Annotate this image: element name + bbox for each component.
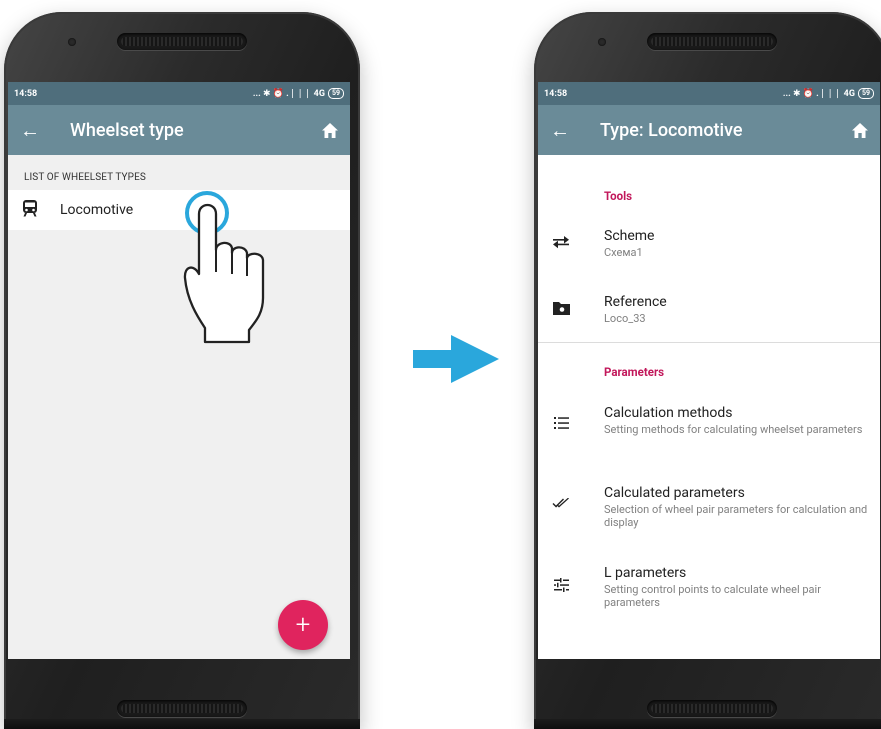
swap-icon [550, 235, 572, 249]
arrow-right-icon [413, 335, 499, 383]
pref-subtitle: Loco_33 [604, 312, 646, 325]
phone-right: 14:58 ... ✱ ⏰ .❘❘❘ 4G 59 ← Type: Locomot… [534, 12, 881, 729]
status-bar: 14:58 ... ✱ ⏰ .❘❘❘ 4G 59 [538, 82, 880, 105]
page-title: Type: Locomotive [600, 119, 743, 141]
list-item-label: Locomotive [60, 202, 134, 218]
pref-subtitle: Setting methods for calculating wheelset… [604, 423, 863, 436]
status-time: 14:58 [544, 88, 568, 99]
section-header-parameters: Parameters [604, 365, 665, 379]
back-arrow-icon[interactable]: ← [20, 118, 54, 143]
pref-title: Calculated parameters [604, 485, 745, 501]
front-camera [598, 38, 606, 46]
status-indicators: ... ✱ ⏰ .❘❘❘ 4G [782, 88, 855, 99]
status-time: 14:58 [14, 88, 38, 99]
screen-type-locomotive: 14:58 ... ✱ ⏰ .❘❘❘ 4G 59 ← Type: Locomot… [538, 82, 880, 659]
list-header: LIST OF WHEELSET TYPES [24, 172, 146, 183]
front-camera [68, 38, 76, 46]
bottom-speaker [117, 700, 247, 717]
pref-title: Scheme [604, 228, 655, 244]
add-button[interactable]: + [278, 600, 328, 650]
status-icons: ... ✱ ⏰ .❘❘❘ 4G 59 [253, 88, 344, 99]
pref-subtitle: Setting control points to calculate whee… [604, 583, 821, 609]
pref-title: Calculation methods [604, 405, 733, 421]
folder-icon [550, 301, 572, 315]
pref-subtitle: Схема1 [604, 246, 643, 259]
tap-gesture-hand-icon [183, 190, 269, 350]
page-title: Wheelset type [70, 119, 184, 141]
train-icon [22, 199, 38, 221]
status-indicators: ... ✱ ⏰ .❘❘❘ 4G [252, 88, 325, 99]
earpiece-speaker [117, 33, 247, 50]
section-divider [538, 342, 880, 343]
bottom-speaker [647, 700, 777, 717]
earpiece-speaker [647, 33, 777, 50]
phone-left: 14:58 ... ✱ ⏰ .❘❘❘ 4G 59 ← Wheelset type… [4, 12, 360, 729]
section-header-tools: Tools [604, 189, 633, 203]
battery-icon: 59 [327, 88, 344, 99]
tune-icon [550, 578, 572, 592]
home-icon[interactable] [322, 122, 338, 138]
done-all-icon [550, 498, 572, 509]
pref-subtitle: Selection of wheel pair parameters for c… [604, 503, 868, 529]
home-icon[interactable] [852, 122, 868, 138]
screen-wheelset-type: 14:58 ... ✱ ⏰ .❘❘❘ 4G 59 ← Wheelset type… [8, 82, 350, 659]
status-icons: ... ✱ ⏰ .❘❘❘ 4G 59 [783, 88, 874, 99]
pref-title: Reference [604, 294, 667, 310]
back-arrow-icon[interactable]: ← [550, 118, 584, 143]
list-icon [550, 417, 572, 429]
app-bar: ← Wheelset type [8, 105, 350, 155]
pref-title: L parameters [604, 565, 687, 581]
status-bar: 14:58 ... ✱ ⏰ .❘❘❘ 4G 59 [8, 82, 350, 105]
app-bar: ← Type: Locomotive [538, 105, 880, 155]
battery-icon: 59 [857, 88, 874, 99]
list-item-locomotive[interactable]: Locomotive [8, 190, 350, 230]
